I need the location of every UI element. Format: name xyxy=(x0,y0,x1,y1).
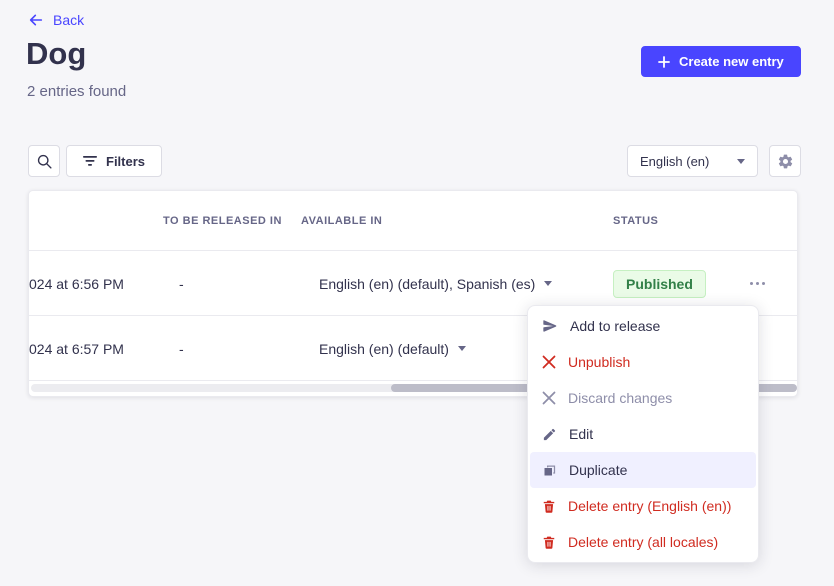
duplicate-icon xyxy=(542,463,557,478)
back-link[interactable]: Back xyxy=(28,12,84,28)
menu-item-delete-entry-locale[interactable]: Delete entry (English (en)) xyxy=(530,488,756,524)
back-label: Back xyxy=(53,12,84,28)
cross-icon xyxy=(542,391,556,405)
cell-available-in[interactable]: English (en) (default), Spanish (es) xyxy=(319,251,552,316)
available-in-locales: English (en) (default), Spanish (es) xyxy=(319,276,535,292)
locale-select[interactable]: English (en) xyxy=(627,145,758,177)
cell-available-in[interactable]: English (en) (default) xyxy=(319,316,466,381)
menu-item-duplicate[interactable]: Duplicate xyxy=(530,452,756,488)
search-button[interactable] xyxy=(28,145,60,177)
cross-icon xyxy=(542,355,556,369)
paper-plane-icon xyxy=(542,318,558,334)
trash-icon xyxy=(542,535,556,550)
menu-item-add-to-release[interactable]: Add to release xyxy=(530,308,756,344)
page-title: Dog xyxy=(26,36,86,72)
column-header-available-in: AVAILABLE IN xyxy=(301,191,382,251)
arrow-left-icon xyxy=(28,12,44,28)
chevron-down-icon xyxy=(737,159,745,164)
entries-count: 2 entries found xyxy=(27,83,126,100)
available-in-locales: English (en) (default) xyxy=(319,341,449,357)
gear-icon xyxy=(777,153,794,170)
table-header-row: TO BE RELEASED IN AVAILABLE IN STATUS xyxy=(29,191,797,251)
filters-label: Filters xyxy=(106,154,145,169)
column-header-status: STATUS xyxy=(613,191,658,251)
menu-item-discard-changes[interactable]: Discard changes xyxy=(530,380,756,416)
cell-to-be-released-in: - xyxy=(179,316,184,381)
menu-item-edit[interactable]: Edit xyxy=(530,416,756,452)
locale-selected-value: English (en) xyxy=(640,154,709,169)
filters-button[interactable]: Filters xyxy=(66,145,162,177)
create-new-entry-label: Create new entry xyxy=(679,54,784,69)
filter-icon xyxy=(83,155,97,167)
row-actions-menu: Add to release Unpublish Discard changes… xyxy=(527,305,759,563)
cell-to-be-released-in: - xyxy=(179,251,184,316)
status-badge: Published xyxy=(613,270,706,298)
trash-icon xyxy=(542,499,556,514)
chevron-down-icon xyxy=(544,281,552,286)
search-icon xyxy=(36,153,53,170)
create-new-entry-button[interactable]: Create new entry xyxy=(641,46,801,77)
plus-icon xyxy=(658,56,670,68)
cell-date: 024 at 6:56 PM xyxy=(29,251,177,316)
settings-button[interactable] xyxy=(769,145,801,177)
column-header-to-be-released-in: TO BE RELEASED IN xyxy=(163,191,282,251)
menu-item-delete-entry-all-locales[interactable]: Delete entry (all locales) xyxy=(530,524,756,560)
menu-item-unpublish[interactable]: Unpublish xyxy=(530,344,756,380)
pencil-icon xyxy=(542,427,557,442)
more-options-button[interactable] xyxy=(748,276,767,291)
cell-date: 024 at 6:57 PM xyxy=(29,316,177,381)
chevron-down-icon xyxy=(458,346,466,351)
